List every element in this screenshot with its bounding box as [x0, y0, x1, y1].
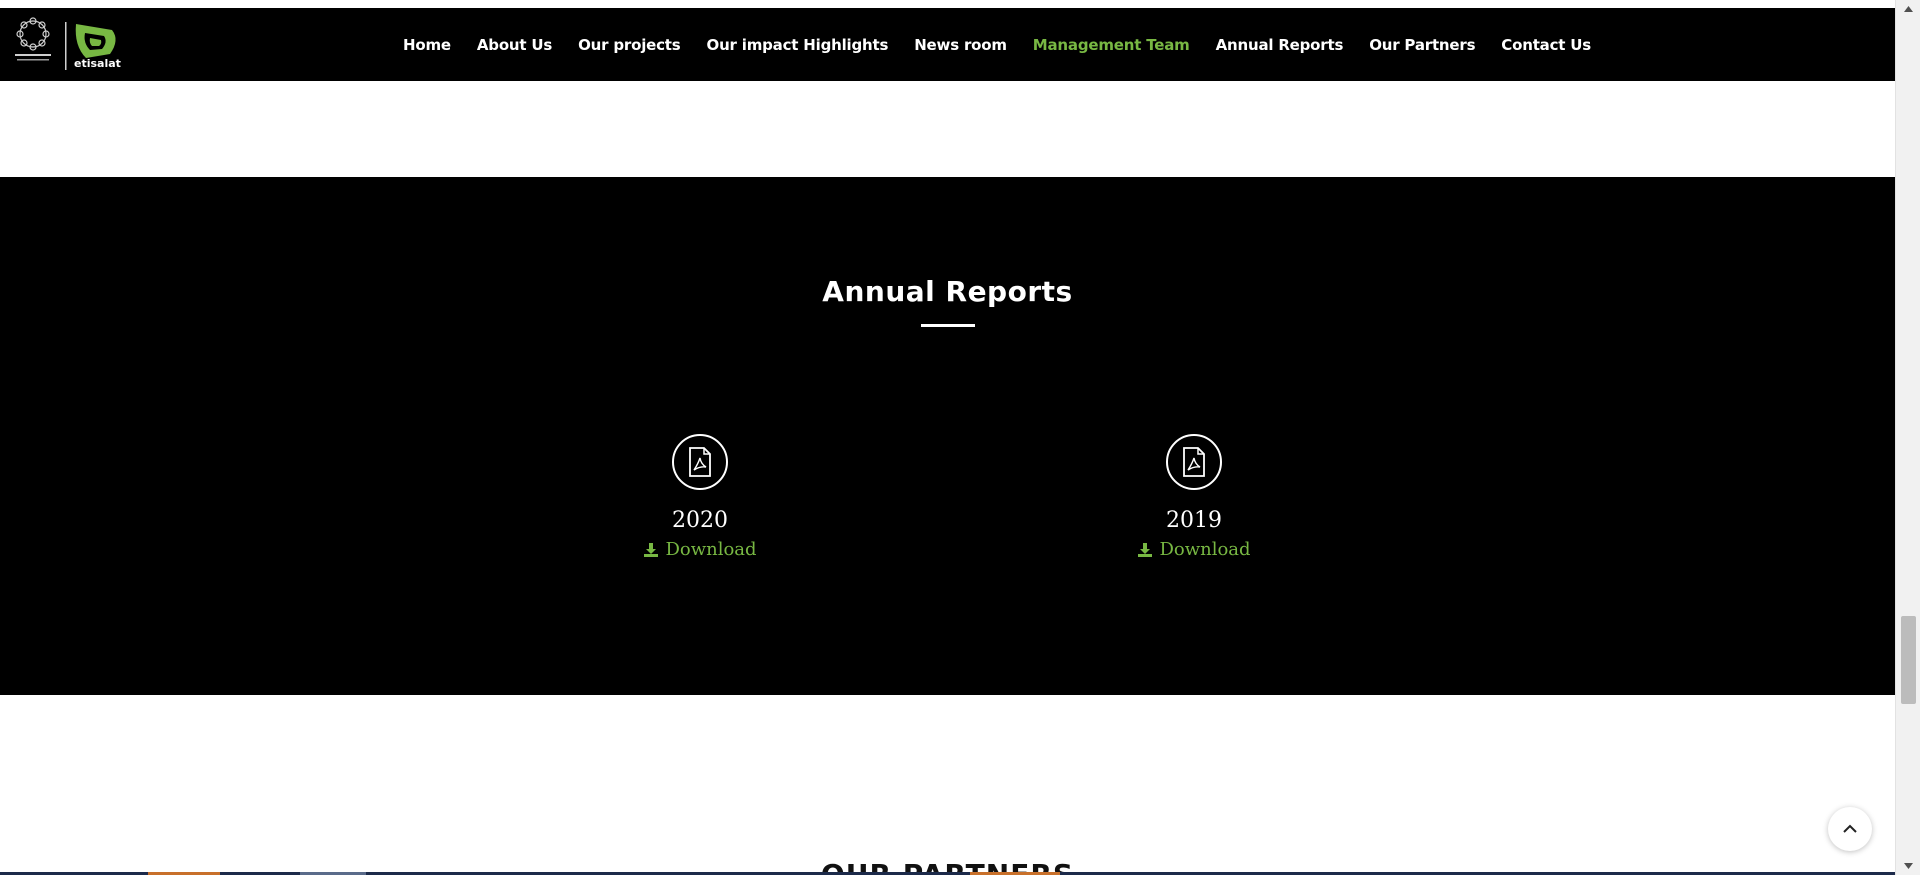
- pdf-icon[interactable]: [672, 434, 728, 490]
- scroll-down-arrow-icon[interactable]: [1896, 857, 1920, 875]
- nav-our-projects[interactable]: Our projects: [565, 36, 693, 54]
- nav-about-us[interactable]: About Us: [464, 36, 565, 54]
- nav-news-room[interactable]: News room: [901, 36, 1020, 54]
- report-year: 2019: [1166, 508, 1222, 533]
- nav-contact-us[interactable]: Contact Us: [1488, 36, 1604, 54]
- title-underline: [921, 324, 975, 327]
- download-label: Download: [1159, 539, 1251, 560]
- page: etisalat Home About Us Our projects Our …: [0, 0, 1895, 875]
- main-nav: Home About Us Our projects Our impact Hi…: [390, 8, 1604, 81]
- nav-our-partners[interactable]: Our Partners: [1356, 36, 1488, 54]
- vertical-scrollbar[interactable]: [1895, 0, 1920, 875]
- report-card-2019: 2019 Download: [1114, 434, 1274, 563]
- logo-wordmark: etisalat: [74, 57, 121, 70]
- annual-reports-section: Annual Reports 2020 Download 2019 Downlo…: [0, 177, 1895, 695]
- top-strip: [0, 0, 1895, 8]
- scroll-up-arrow-icon[interactable]: [1896, 0, 1920, 18]
- nav-management-team[interactable]: Management Team: [1020, 36, 1203, 54]
- section-title: Annual Reports: [822, 275, 1073, 308]
- chevron-up-icon: [1843, 824, 1857, 833]
- site-header: etisalat Home About Us Our projects Our …: [0, 8, 1895, 81]
- report-card-2020: 2020 Download: [620, 434, 780, 563]
- download-icon: [1138, 542, 1153, 557]
- download-link-2020[interactable]: Download: [643, 539, 757, 560]
- nav-home[interactable]: Home: [390, 36, 464, 54]
- report-year: 2020: [672, 508, 728, 533]
- foundation-emblem-icon: [16, 17, 50, 51]
- pdf-icon[interactable]: [1166, 434, 1222, 490]
- download-label: Download: [665, 539, 757, 560]
- nav-annual-reports[interactable]: Annual Reports: [1203, 36, 1357, 54]
- nav-impact-highlights[interactable]: Our impact Highlights: [694, 36, 902, 54]
- download-link-2019[interactable]: Download: [1137, 539, 1251, 560]
- scroll-to-top-button[interactable]: [1828, 807, 1872, 851]
- download-icon: [644, 542, 659, 557]
- scrollbar-thumb[interactable]: [1901, 616, 1916, 704]
